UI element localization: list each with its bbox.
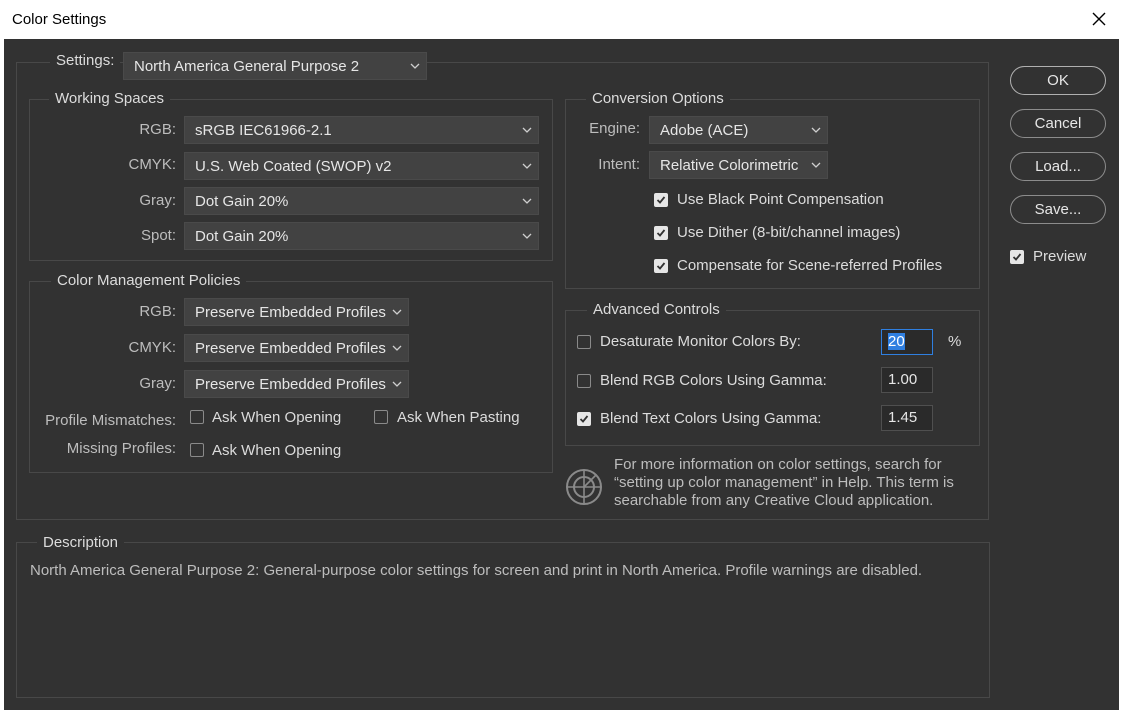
color-wheel-icon bbox=[566, 469, 602, 505]
checkmark-icon bbox=[656, 229, 666, 237]
settings-value: North America General Purpose 2 bbox=[134, 58, 360, 75]
chevron-down-icon bbox=[522, 163, 532, 169]
blend-text-checkbox[interactable] bbox=[577, 412, 591, 426]
ws-spot-dropdown[interactable]: Dot Gain 20% bbox=[184, 222, 539, 250]
missing-opening-label[interactable]: Ask When Opening bbox=[212, 442, 341, 459]
checkmark-icon bbox=[1012, 253, 1022, 261]
ws-spot-label: Spot: bbox=[140, 227, 176, 244]
policy-gray-dropdown[interactable]: Preserve Embedded Profiles bbox=[184, 370, 409, 398]
blend-rgb-checkbox[interactable] bbox=[577, 374, 591, 388]
chevron-down-icon bbox=[410, 63, 420, 69]
mismatch-pasting-label[interactable]: Ask When Pasting bbox=[397, 409, 520, 426]
engine-value: Adobe (ACE) bbox=[660, 122, 749, 139]
chevron-down-icon bbox=[811, 127, 821, 133]
ws-gray-label: Gray: bbox=[139, 192, 176, 209]
ws-cmyk-value: U.S. Web Coated (SWOP) v2 bbox=[195, 158, 392, 175]
save-button[interactable]: Save... bbox=[1010, 195, 1106, 224]
mismatch-opening-label[interactable]: Ask When Opening bbox=[212, 409, 341, 426]
description-text: North America General Purpose 2: General… bbox=[30, 562, 923, 579]
chevron-down-icon bbox=[392, 345, 402, 351]
dither-label[interactable]: Use Dither (8-bit/channel images) bbox=[677, 224, 900, 241]
window-title: Color Settings bbox=[12, 11, 107, 28]
ws-rgb-dropdown[interactable]: sRGB IEC61966-2.1 bbox=[184, 116, 539, 144]
info-line-2: “setting up color management” in Help. T… bbox=[614, 474, 954, 491]
checkmark-icon bbox=[579, 415, 589, 423]
profile-mismatches-label: Profile Mismatches: bbox=[45, 412, 176, 429]
mismatch-pasting-checkbox[interactable] bbox=[374, 410, 388, 424]
policy-cmyk-label: CMYK: bbox=[128, 339, 176, 356]
settings-dropdown[interactable]: North America General Purpose 2 bbox=[123, 52, 427, 80]
desaturate-label[interactable]: Desaturate Monitor Colors By: bbox=[600, 333, 801, 350]
blend-text-value: 1.45 bbox=[888, 409, 918, 426]
cancel-button[interactable]: Cancel bbox=[1010, 109, 1106, 138]
ws-rgb-label: RGB: bbox=[139, 121, 176, 138]
ok-button[interactable]: OK bbox=[1010, 66, 1106, 95]
color-settings-dialog: Settings: North America General Purpose … bbox=[4, 39, 1119, 710]
blend-rgb-label[interactable]: Blend RGB Colors Using Gamma: bbox=[600, 372, 827, 389]
ws-gray-value: Dot Gain 20% bbox=[195, 193, 289, 210]
chevron-down-icon bbox=[392, 309, 402, 315]
engine-label: Engine: bbox=[589, 120, 640, 137]
preview-label[interactable]: Preview bbox=[1033, 248, 1086, 265]
ws-cmyk-label: CMYK: bbox=[128, 156, 176, 173]
chevron-down-icon bbox=[811, 162, 821, 168]
chevron-down-icon bbox=[392, 381, 402, 387]
ws-spot-value: Dot Gain 20% bbox=[195, 228, 289, 245]
desaturate-value: 20 bbox=[888, 333, 905, 350]
missing-profiles-label: Missing Profiles: bbox=[66, 440, 176, 457]
blend-text-input[interactable]: 1.45 bbox=[881, 405, 933, 431]
ws-rgb-value: sRGB IEC61966-2.1 bbox=[195, 122, 332, 139]
policy-rgb-value: Preserve Embedded Profiles bbox=[195, 304, 386, 321]
mismatch-opening-checkbox[interactable] bbox=[190, 410, 204, 424]
policies-title: Color Management Policies bbox=[51, 272, 247, 289]
policy-gray-label: Gray: bbox=[139, 375, 176, 392]
black-point-checkbox[interactable] bbox=[654, 193, 668, 207]
close-icon[interactable] bbox=[1089, 9, 1109, 29]
policy-cmyk-dropdown[interactable]: Preserve Embedded Profiles bbox=[184, 334, 409, 362]
desaturate-checkbox[interactable] bbox=[577, 335, 591, 349]
intent-dropdown[interactable]: Relative Colorimetric bbox=[649, 151, 828, 179]
missing-opening-checkbox[interactable] bbox=[190, 443, 204, 457]
engine-dropdown[interactable]: Adobe (ACE) bbox=[649, 116, 828, 144]
policy-rgb-label: RGB: bbox=[139, 303, 176, 320]
advanced-title: Advanced Controls bbox=[587, 301, 726, 318]
checkmark-icon bbox=[656, 262, 666, 270]
policy-cmyk-value: Preserve Embedded Profiles bbox=[195, 340, 386, 357]
black-point-label[interactable]: Use Black Point Compensation bbox=[677, 191, 884, 208]
ws-cmyk-dropdown[interactable]: U.S. Web Coated (SWOP) v2 bbox=[184, 152, 539, 180]
chevron-down-icon bbox=[522, 198, 532, 204]
info-line-1: For more information on color settings, … bbox=[614, 456, 942, 473]
preview-checkbox[interactable] bbox=[1010, 250, 1024, 264]
load-button[interactable]: Load... bbox=[1010, 152, 1106, 181]
ws-gray-dropdown[interactable]: Dot Gain 20% bbox=[184, 187, 539, 215]
info-line-3: searchable from any Creative Cloud appli… bbox=[614, 492, 934, 509]
conversion-title: Conversion Options bbox=[586, 90, 730, 107]
title-bar: Color Settings bbox=[0, 0, 1123, 39]
settings-legend: Settings: bbox=[50, 52, 121, 69]
scene-referred-label[interactable]: Compensate for Scene-referred Profiles bbox=[677, 257, 942, 274]
dither-checkbox[interactable] bbox=[654, 226, 668, 240]
checkmark-icon bbox=[656, 196, 666, 204]
chevron-down-icon bbox=[522, 127, 532, 133]
desaturate-input[interactable]: 20 bbox=[881, 329, 933, 355]
blend-text-label[interactable]: Blend Text Colors Using Gamma: bbox=[600, 410, 821, 427]
scene-referred-checkbox[interactable] bbox=[654, 259, 668, 273]
working-spaces-title: Working Spaces bbox=[49, 90, 170, 107]
percent-unit: % bbox=[948, 333, 962, 350]
settings-label: Settings: bbox=[56, 52, 115, 69]
intent-value: Relative Colorimetric bbox=[660, 157, 799, 174]
intent-label: Intent: bbox=[598, 156, 640, 173]
policy-gray-value: Preserve Embedded Profiles bbox=[195, 376, 386, 393]
description-title: Description bbox=[37, 534, 125, 551]
chevron-down-icon bbox=[522, 233, 532, 239]
blend-rgb-value: 1.00 bbox=[888, 371, 918, 388]
blend-rgb-input[interactable]: 1.00 bbox=[881, 367, 933, 393]
policy-rgb-dropdown[interactable]: Preserve Embedded Profiles bbox=[184, 298, 409, 326]
